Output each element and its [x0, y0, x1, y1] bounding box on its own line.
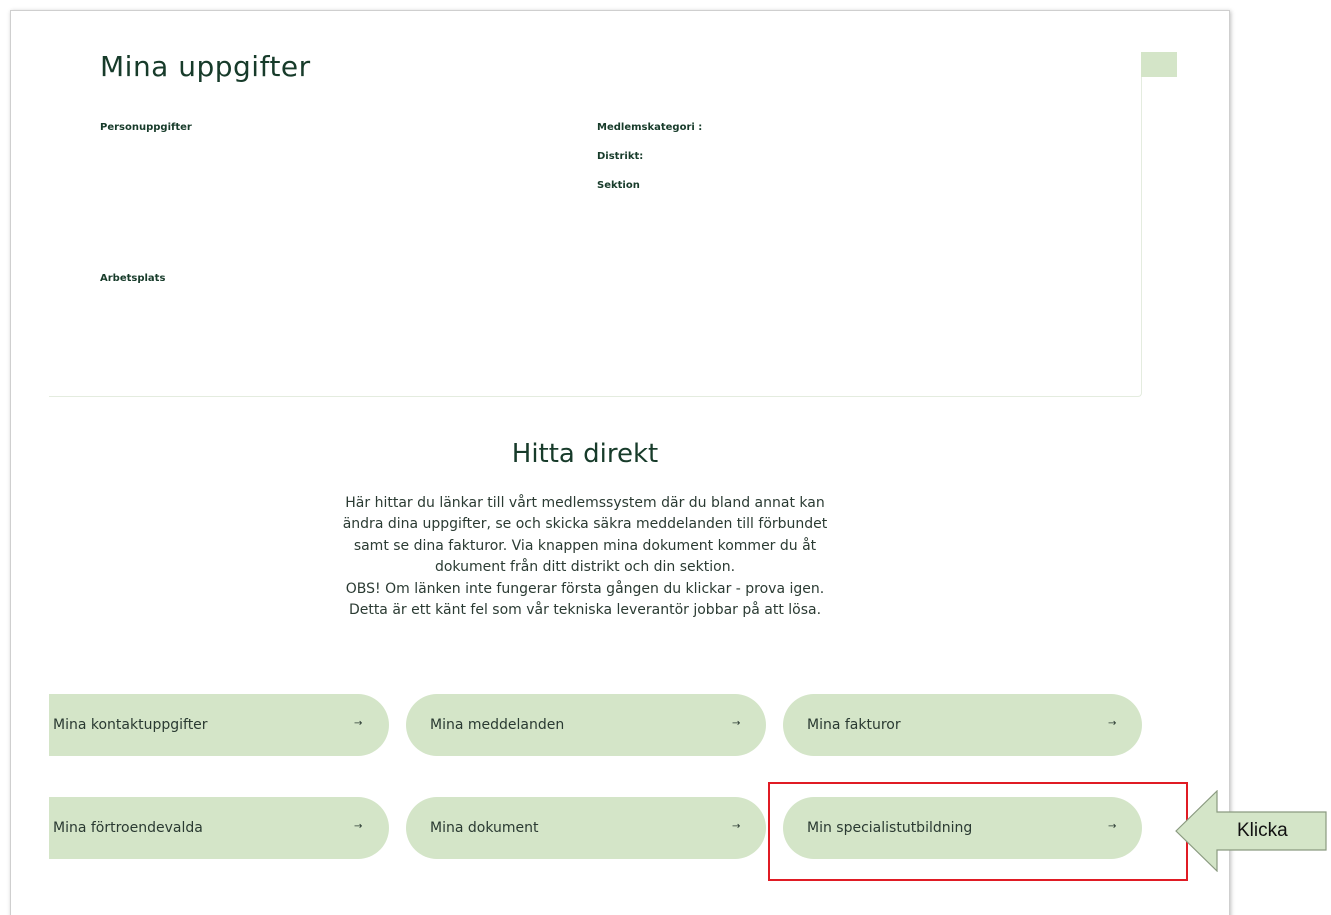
intro-line: dokument från ditt distrikt och din sekt…: [434, 559, 736, 576]
arrow-right-icon: →: [354, 821, 363, 832]
intro-line: ändra dina uppgifter, se och skicka säkr…: [342, 516, 828, 533]
invoices-button[interactable]: Mina fakturor →: [783, 694, 1142, 756]
workplace-label: Arbetsplats: [100, 273, 166, 284]
highlight-box: [768, 782, 1188, 881]
page: Mina uppgifter Personuppgifter Medlemska…: [0, 0, 1331, 915]
profile-card: [49, 52, 1142, 397]
messages-button[interactable]: Mina meddelanden →: [406, 694, 766, 756]
quick-links-title: Hitta direkt: [511, 439, 659, 469]
district-label: Distrikt:: [597, 151, 644, 162]
page-title: Mina uppgifter: [100, 50, 311, 83]
trustees-label: Mina förtroendevalda: [53, 820, 203, 836]
arrow-right-icon: →: [732, 821, 741, 832]
arrow-right-icon: →: [1108, 718, 1117, 729]
intro-line: Detta är ett känt fel som vår tekniska l…: [348, 602, 822, 619]
messages-label: Mina meddelanden: [430, 717, 565, 733]
quick-links-intro: Här hittar du länkar till vårt medlemssy…: [300, 493, 870, 621]
invoices-label: Mina fakturor: [807, 717, 901, 733]
intro-line: samt se dina fakturor. Via knappen mina …: [353, 537, 817, 554]
card-accent-block: [1141, 52, 1177, 77]
intro-line: OBS! Om länken inte fungerar första gång…: [345, 580, 825, 597]
documents-label: Mina dokument: [430, 820, 539, 836]
callout-label: Klicka: [1237, 820, 1288, 841]
member-category-label: Medlemskategori :: [597, 122, 703, 133]
section-label: Sektion: [597, 180, 640, 191]
contact-details-button[interactable]: Mina kontaktuppgifter →: [49, 694, 389, 756]
personal-info-label: Personuppgifter: [100, 122, 192, 133]
arrow-right-icon: →: [732, 718, 741, 729]
contact-details-label: Mina kontaktuppgifter: [53, 717, 208, 733]
documents-button[interactable]: Mina dokument →: [406, 797, 766, 859]
arrow-right-icon: →: [354, 718, 363, 729]
intro-line: Här hittar du länkar till vårt medlemssy…: [345, 495, 825, 511]
trustees-button[interactable]: Mina förtroendevalda →: [49, 797, 389, 859]
